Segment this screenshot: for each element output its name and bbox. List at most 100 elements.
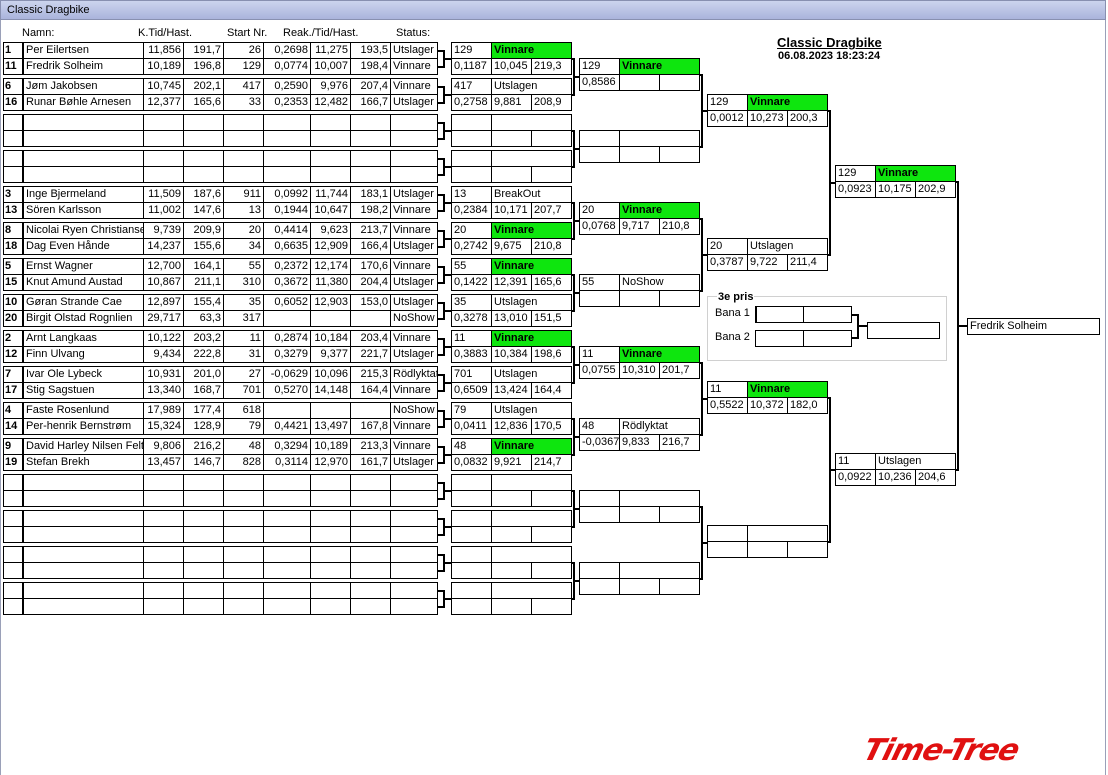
result-reaction [451, 562, 492, 579]
result-speed: 210,8 [659, 218, 700, 235]
entry-start: 26 [223, 42, 264, 59]
entry-reak [263, 598, 311, 615]
entry-name[interactable] [23, 526, 144, 543]
lane2-input[interactable] [755, 330, 804, 347]
entry-name[interactable]: Stefan Brekh [23, 454, 144, 471]
entry-name[interactable]: Sören Karlsson [23, 202, 144, 219]
entry-reak [263, 402, 311, 419]
entry-sp [350, 150, 391, 167]
entry-name[interactable]: Inge Bjermeland [23, 186, 144, 203]
entry-name[interactable]: Birgit Olstad Rognlien [23, 310, 144, 327]
entry-tid: 12,482 [310, 94, 351, 111]
result-speed: 182,0 [787, 397, 828, 414]
entry-name[interactable] [23, 130, 144, 147]
entry-pos: 10 [3, 294, 23, 311]
result-status: Vinnare [747, 94, 828, 111]
entry-name[interactable]: Per-henrik Bernstrøm [23, 418, 144, 435]
entry-name[interactable]: Arnt Langkaas [23, 330, 144, 347]
entry-pos: 13 [3, 202, 23, 219]
entry-name[interactable]: Gøran Strande Cae [23, 294, 144, 311]
result-speed: 170,5 [531, 418, 572, 435]
entry-tid [310, 114, 351, 131]
entry-hast [183, 562, 224, 579]
entry-hast: 203,2 [183, 330, 224, 347]
entry-name[interactable]: Faste Rosenlund [23, 402, 144, 419]
entry-name[interactable] [23, 546, 144, 563]
entry-name[interactable] [23, 510, 144, 527]
result-number [451, 474, 492, 491]
entry-kt [143, 166, 184, 183]
entry-name[interactable]: Fredrik Solheim [23, 58, 144, 75]
result-reaction [579, 578, 620, 595]
entry-name[interactable] [23, 598, 144, 615]
result-speed [531, 490, 572, 507]
entry-reak [263, 114, 311, 131]
third-result [867, 322, 940, 339]
result-speed [659, 506, 700, 523]
entry-name[interactable]: Ivar Ole Lybeck [23, 366, 144, 383]
entry-sp: 198,4 [350, 58, 391, 75]
result-status: Utslagen [491, 402, 572, 419]
entry-name[interactable]: Ernst Wagner [23, 258, 144, 275]
bracket-connector [437, 86, 445, 104]
entry-tid [310, 546, 351, 563]
entry-reak [263, 510, 311, 527]
result-number [451, 150, 492, 167]
entry-name[interactable] [23, 474, 144, 491]
entry-name[interactable]: Jøm Jakobsen [23, 78, 144, 95]
entry-kt: 12,377 [143, 94, 184, 111]
entry-start [223, 114, 264, 131]
entry-status [390, 526, 438, 543]
entry-hast [183, 546, 224, 563]
entry-start: 20 [223, 222, 264, 239]
result-reaction: 0,3787 [707, 254, 748, 271]
result-status: Vinnare [619, 202, 700, 219]
entry-kt: 9,434 [143, 346, 184, 363]
result-number: 417 [451, 78, 492, 95]
entry-tid: 14,148 [310, 382, 351, 399]
entry-hast [183, 582, 224, 599]
entry-name[interactable]: Finn Ulvang [23, 346, 144, 363]
entry-hast: 196,8 [183, 58, 224, 75]
bracket-connector [437, 374, 445, 392]
entry-name[interactable]: Knut Amund Austad [23, 274, 144, 291]
result-speed [531, 598, 572, 615]
entry-kt [143, 526, 184, 543]
entry-name[interactable]: David Harley Nilsen Felt [23, 438, 144, 455]
entry-name[interactable] [23, 114, 144, 131]
result-status: Vinnare [491, 438, 572, 455]
result-time: 9,833 [619, 434, 660, 451]
result-number: 701 [451, 366, 492, 383]
window-title: Classic Dragbike [7, 4, 90, 16]
result-time: 10,171 [491, 202, 532, 219]
entry-sp [350, 490, 391, 507]
entry-name[interactable] [23, 490, 144, 507]
entry-hast [183, 490, 224, 507]
result-number: 129 [451, 42, 492, 59]
entry-tid: 9,623 [310, 222, 351, 239]
entry-pos: 20 [3, 310, 23, 327]
entry-reak: 0,2698 [263, 42, 311, 59]
entry-name[interactable]: Runar Bøhle Arnesen [23, 94, 144, 111]
result-status [619, 130, 700, 147]
entry-name[interactable]: Nicolai Ryen Christianse [23, 222, 144, 239]
entry-name[interactable]: Dag Even Hånde [23, 238, 144, 255]
entry-hast: 202,1 [183, 78, 224, 95]
entry-name[interactable] [23, 582, 144, 599]
entry-hast [183, 130, 224, 147]
lane1-input[interactable] [755, 306, 804, 323]
entry-status: Vinnare [390, 258, 438, 275]
entry-name[interactable] [23, 166, 144, 183]
entry-sp: 153,0 [350, 294, 391, 311]
entry-pos: 11 [3, 58, 23, 75]
entry-kt: 11,509 [143, 186, 184, 203]
result-number [451, 582, 492, 599]
entry-name[interactable]: Per Eilertsen [23, 42, 144, 59]
entry-name[interactable] [23, 150, 144, 167]
result-reaction: 0,3278 [451, 310, 492, 327]
entry-name[interactable]: Stig Sagstuen [23, 382, 144, 399]
result-number: 11 [707, 381, 748, 398]
result-number: 13 [451, 186, 492, 203]
entry-name[interactable] [23, 562, 144, 579]
result-time: 10,310 [619, 362, 660, 379]
